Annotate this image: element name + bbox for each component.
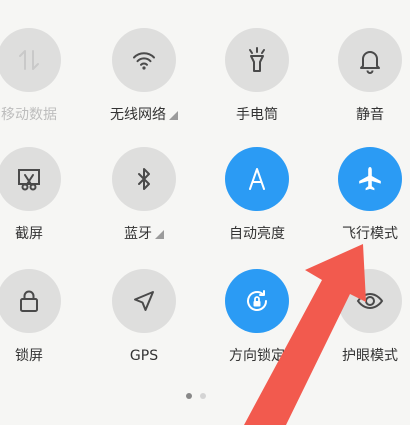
page-dot-1[interactable] xyxy=(186,393,192,399)
mobile-data-toggle-button[interactable] xyxy=(0,28,61,92)
tile-gps[interactable]: GPS xyxy=(94,269,194,369)
lock-screen-label-text: 锁屏 xyxy=(15,348,43,364)
screenshot-scissors-icon xyxy=(14,164,44,194)
flashlight-label-text: 手电筒 xyxy=(236,107,278,123)
tile-airplane-mode[interactable]: 飞行模式 xyxy=(320,147,410,247)
gps-toggle-button[interactable] xyxy=(112,269,176,333)
tile-mobile-data[interactable]: 移动数据 xyxy=(0,28,79,128)
lock-screen-toggle-button[interactable] xyxy=(0,269,61,333)
airplane-mode-toggle-button[interactable] xyxy=(338,147,402,211)
bluetooth-label-text: 蓝牙 xyxy=(124,226,152,242)
lock-icon xyxy=(14,286,44,316)
mute-label: 静音 xyxy=(320,106,410,124)
data-arrows-icon xyxy=(14,45,44,75)
tile-screenshot[interactable]: 截屏 xyxy=(0,147,79,247)
mobile-data-label-text: 移动数据 xyxy=(1,107,57,123)
bell-icon xyxy=(355,45,385,75)
gps-label: GPS xyxy=(94,347,194,365)
wifi-label: 无线网络 xyxy=(94,106,194,124)
screenshot-label: 截屏 xyxy=(0,225,79,243)
letter-a-icon xyxy=(242,164,272,194)
tile-rotation-lock[interactable]: 方向锁定 xyxy=(207,269,307,369)
airplane-icon xyxy=(355,164,385,194)
airplane-mode-label-text: 飞行模式 xyxy=(342,226,398,242)
eye-protection-label: 护眼模式 xyxy=(320,347,410,365)
tile-mute[interactable]: 静音 xyxy=(320,28,410,128)
tile-wifi[interactable]: 无线网络 xyxy=(94,28,194,128)
mute-toggle-button[interactable] xyxy=(338,28,402,92)
eye-icon xyxy=(355,286,385,316)
flashlight-label: 手电筒 xyxy=(207,106,307,124)
flashlight-toggle-button[interactable] xyxy=(225,28,289,92)
location-arrow-icon xyxy=(129,286,159,316)
tile-auto-brightness[interactable]: 自动亮度 xyxy=(207,147,307,247)
eye-protection-toggle-button[interactable] xyxy=(338,269,402,333)
submenu-triangle-icon[interactable] xyxy=(169,111,178,120)
rotation-lock-icon xyxy=(242,286,272,316)
submenu-triangle-icon[interactable] xyxy=(155,230,164,239)
rotation-lock-toggle-button[interactable] xyxy=(225,269,289,333)
wifi-icon xyxy=(129,45,159,75)
tile-eye-protection[interactable]: 护眼模式 xyxy=(320,269,410,369)
mobile-data-label: 移动数据 xyxy=(0,106,79,124)
tile-flashlight[interactable]: 手电筒 xyxy=(207,28,307,128)
auto-brightness-label: 自动亮度 xyxy=(207,225,307,243)
auto-brightness-label-text: 自动亮度 xyxy=(229,226,285,242)
eye-protection-label-text: 护眼模式 xyxy=(342,348,398,364)
wifi-toggle-button[interactable] xyxy=(112,28,176,92)
bluetooth-label: 蓝牙 xyxy=(94,225,194,243)
tile-lock-screen[interactable]: 锁屏 xyxy=(0,269,79,369)
rotation-lock-label: 方向锁定 xyxy=(207,347,307,365)
airplane-mode-label: 飞行模式 xyxy=(320,225,410,243)
mute-label-text: 静音 xyxy=(356,107,384,123)
rotation-lock-label-text: 方向锁定 xyxy=(229,348,285,364)
screenshot-toggle-button[interactable] xyxy=(0,147,61,211)
lock-screen-label: 锁屏 xyxy=(0,347,79,365)
screenshot-label-text: 截屏 xyxy=(15,226,43,242)
gps-label-text: GPS xyxy=(129,348,159,364)
bluetooth-toggle-button[interactable] xyxy=(112,147,176,211)
auto-brightness-toggle-button[interactable] xyxy=(225,147,289,211)
bluetooth-icon xyxy=(129,164,159,194)
page-dot-2[interactable] xyxy=(200,393,206,399)
tile-bluetooth[interactable]: 蓝牙 xyxy=(94,147,194,247)
wifi-label-text: 无线网络 xyxy=(110,107,166,123)
flashlight-icon xyxy=(242,45,272,75)
